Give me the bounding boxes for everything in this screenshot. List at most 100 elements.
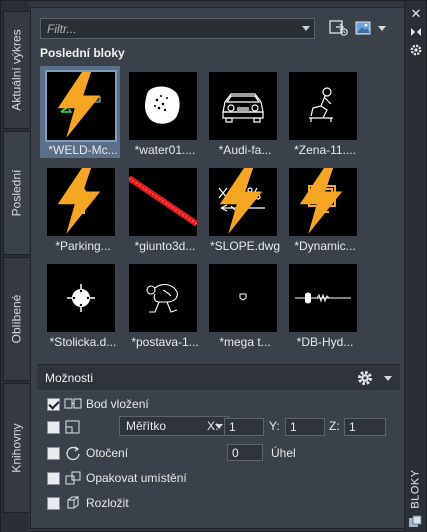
- tab-favorites[interactable]: Oblíbené: [3, 257, 29, 381]
- tab-current-drawing-label: Aktuální výkres: [9, 29, 24, 111]
- filter-placeholder: Filtr...: [47, 22, 77, 36]
- point-icon: [209, 264, 277, 332]
- palette-tabs: Aktuální výkres Poslední Oblíbené Knihov…: [1, 1, 29, 532]
- tab-libraries[interactable]: Knihovny: [3, 383, 29, 513]
- block-label: *Zena-11....: [294, 143, 356, 157]
- options-title: Možnosti: [45, 371, 94, 385]
- blocks-grid: *WELD-Mc... *water01.... *Audi-fa... *Ze…: [40, 66, 400, 360]
- gear-icon[interactable]: [356, 369, 374, 387]
- explode-label: Rozložit: [86, 496, 129, 510]
- scale-x-input[interactable]: 1: [224, 418, 264, 436]
- tab-favorites-label: Oblíbené: [9, 294, 24, 344]
- scale-y-label: Y:: [269, 419, 280, 433]
- insertion-point-label: Bod vložení: [86, 397, 149, 411]
- block-label: *DB-Hyd...: [296, 335, 354, 349]
- scale-z-value: 1: [349, 420, 356, 434]
- block-tile-zena[interactable]: *Zena-11....: [285, 69, 365, 161]
- monitor-icon: [289, 168, 357, 236]
- browse-library-icon[interactable]: [329, 19, 349, 37]
- block-tile-parking[interactable]: *Parking...: [43, 165, 123, 257]
- scale-x-value: 1: [229, 420, 236, 434]
- arrow-up-icon: [47, 168, 115, 236]
- insertion-point-option: Bod vložení: [47, 394, 149, 414]
- block-tile-weld[interactable]: *WELD-Mc...: [40, 66, 123, 161]
- block-tile-mega[interactable]: *mega t...: [205, 261, 285, 353]
- view-options-chevron-icon[interactable]: [378, 26, 386, 31]
- scale-icon: [65, 420, 80, 434]
- block-label: *mega t...: [219, 335, 271, 349]
- filter-input[interactable]: Filtr...: [40, 18, 315, 39]
- section-title: Poslední bloky: [40, 46, 125, 60]
- block-label: *giunto3d...: [134, 239, 196, 253]
- palette-title: BLOKY: [408, 469, 424, 509]
- dynamic-block-icon: [57, 72, 101, 138]
- tab-current-drawing[interactable]: Aktuální výkres: [3, 11, 29, 129]
- slope-icon: [209, 168, 277, 236]
- palette-title-text: BLOKY: [410, 469, 422, 509]
- water-icon: [129, 72, 197, 140]
- block-label: *Parking...: [55, 239, 111, 253]
- block-tile-giunto[interactable]: *giunto3d...: [125, 165, 205, 257]
- rotate-icon: [66, 446, 80, 461]
- block-tile-water[interactable]: *water01....: [125, 69, 205, 161]
- rotation-label: Otočení: [86, 446, 129, 460]
- dynamic-block-icon: [219, 168, 263, 234]
- explode-checkbox[interactable]: [47, 496, 60, 510]
- block-tile-dynamic[interactable]: *Dynamic...: [285, 165, 365, 257]
- tab-libraries-label: Knihovny: [9, 423, 24, 473]
- dynamic-block-icon: [57, 168, 101, 234]
- block-label: *Stolicka.d...: [49, 335, 117, 349]
- rotation-option: Otočení: [47, 443, 128, 463]
- options-chevron-icon[interactable]: [384, 376, 392, 381]
- angle-label: Úhel: [271, 446, 296, 460]
- tab-recent-label: Poslední: [9, 169, 24, 217]
- scale-option: [47, 417, 82, 437]
- recent-blocks-panel: Filtr... Poslední bloky *WELD-Mc... *wat…: [30, 7, 405, 529]
- palette-title-strip: ✕ BLOKY: [404, 1, 426, 532]
- hydrant-icon: [289, 264, 357, 332]
- repeat-placement-option: Opakovat umístění: [47, 468, 187, 488]
- scale-y-input[interactable]: 1: [285, 418, 325, 436]
- weld-icon: [45, 70, 117, 142]
- repeat-placement-checkbox[interactable]: [47, 471, 60, 485]
- scale-x-label: X:: [207, 419, 219, 433]
- options-header[interactable]: Možnosti: [37, 364, 400, 390]
- block-label: *water01....: [134, 143, 196, 157]
- block-label: *SLOPE.dwg: [209, 239, 281, 253]
- scale-z-label: Z:: [329, 419, 340, 433]
- insertion-point-checkbox[interactable]: [47, 397, 60, 411]
- insertion-point-icon: [64, 398, 82, 409]
- repeat-placement-icon: [65, 471, 81, 485]
- scale-y-value: 1: [290, 420, 297, 434]
- auto-hide-icon[interactable]: [409, 25, 423, 39]
- woman-seated-icon: [289, 72, 357, 140]
- block-tile-stolicka[interactable]: *Stolicka.d...: [43, 261, 123, 353]
- palette-corner-icon: [408, 515, 422, 529]
- chevron-down-icon[interactable]: [302, 26, 310, 31]
- block-tile-slope[interactable]: *SLOPE.dwg: [205, 165, 285, 257]
- tab-recent[interactable]: Poslední: [3, 131, 29, 255]
- dynamic-block-icon: [299, 168, 343, 234]
- close-icon[interactable]: ✕: [409, 7, 423, 21]
- rotation-checkbox[interactable]: [47, 446, 60, 460]
- repeat-placement-label: Opakovat umístění: [86, 471, 187, 485]
- explode-option: Rozložit: [47, 493, 129, 513]
- scale-mode-value: Měřítko: [126, 419, 167, 433]
- stool-icon: [47, 264, 115, 332]
- joint-icon: [129, 168, 197, 236]
- block-label: *Dynamic...: [294, 239, 356, 253]
- thumbnail-view-icon[interactable]: [354, 19, 374, 37]
- car-icon: [209, 72, 277, 140]
- block-tile-postava[interactable]: *postava-1...: [125, 261, 205, 353]
- blocks-palette: Aktuální výkres Poslední Oblíbené Knihov…: [0, 0, 427, 532]
- scale-checkbox[interactable]: [47, 420, 60, 434]
- scale-z-input[interactable]: 1: [344, 418, 386, 436]
- figure-icon: [129, 264, 197, 332]
- explode-icon: [67, 496, 79, 509]
- block-tile-audi[interactable]: *Audi-fa...: [205, 69, 285, 161]
- block-label: *WELD-Mc...: [48, 143, 118, 157]
- properties-gear-icon[interactable]: [409, 43, 423, 57]
- block-label: *postava-1...: [131, 335, 199, 349]
- angle-input[interactable]: 0: [227, 444, 263, 461]
- block-tile-db-hyd[interactable]: *DB-Hyd...: [285, 261, 365, 353]
